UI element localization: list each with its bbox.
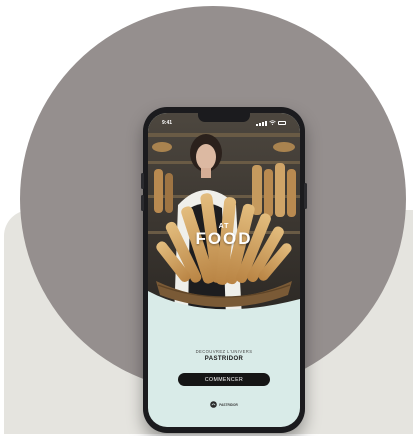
logo-title: FOOD xyxy=(195,229,253,248)
footer-brand: PASTRIDOR xyxy=(219,402,238,407)
phone-volume-down xyxy=(141,195,144,211)
status-time: 9:41 xyxy=(162,120,173,126)
bakery-photo xyxy=(148,113,300,318)
start-button[interactable]: COMMENCER xyxy=(178,373,270,386)
status-bar: 9:41 xyxy=(148,118,300,128)
pastridor-logo-icon xyxy=(210,401,218,408)
brand-name: PASTRIDOR xyxy=(204,356,244,362)
footer-logo: PASTRIDOR xyxy=(148,401,300,408)
welcome-tagline: DECOUVREZ L'UNIVERS xyxy=(195,349,253,354)
phone-mockup: 9:41 AT FOOD DECOUVREZ L'UNIVERS PASTRID… xyxy=(141,107,307,433)
welcome-panel: DECOUVREZ L'UNIVERS PASTRIDOR COMMENCER … xyxy=(148,313,300,427)
status-icons xyxy=(256,119,286,127)
wifi-icon xyxy=(269,119,276,127)
phone-volume-up xyxy=(141,173,144,189)
phone-power-button xyxy=(304,183,307,209)
app-logo: AT FOOD xyxy=(148,223,300,247)
signal-icon xyxy=(256,120,267,126)
phone-screen: 9:41 AT FOOD DECOUVREZ L'UNIVERS PASTRID… xyxy=(148,113,300,427)
battery-icon xyxy=(278,121,286,125)
